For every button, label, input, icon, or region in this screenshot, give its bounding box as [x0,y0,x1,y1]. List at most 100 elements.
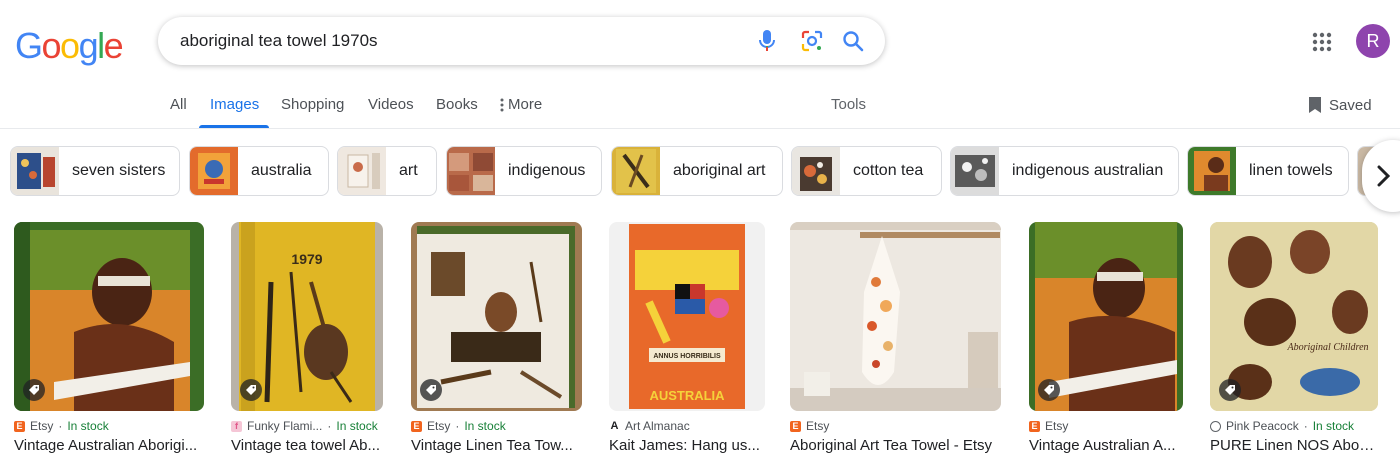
result-title[interactable]: Vintage tea towel Ab... [231,437,383,454]
stock-status: In stock [336,419,378,433]
image-result[interactable]: E Etsy · In stock Vintage Linen Tea Tow.… [411,222,582,454]
image-result[interactable]: E Etsy Vintage Australian A... [1029,222,1183,454]
tab-images[interactable]: Images [210,96,259,113]
related-chips: seven sisters australia art indigenous a… [0,146,1400,196]
result-thumbnail[interactable]: ANNUS HORRIBILIS AUSTRALIA [609,222,765,411]
etsy-favicon: E [790,420,801,432]
chip-label: art [399,162,418,179]
tab-videos[interactable]: Videos [368,96,414,113]
result-source: E Etsy [1029,419,1183,433]
shopping-tag-icon [1038,379,1060,401]
result-source: E Etsy · In stock [411,419,582,433]
chip-thumbnail [1188,147,1236,195]
search-input[interactable]: aboriginal tea towel 1970s [180,31,378,51]
separator: · [58,419,63,433]
result-source: f Funky Flami... · In stock [231,419,383,433]
tab-shopping[interactable]: Shopping [281,96,344,113]
chips-next-button[interactable] [1362,140,1400,212]
shopping-tag-icon [240,379,262,401]
bookmark-icon [1309,97,1321,113]
shopping-tag-icon [23,379,45,401]
chip-label: australia [251,162,312,179]
logo-letter: e [103,25,124,66]
separator: · [455,419,460,433]
result-thumbnail[interactable] [411,222,582,411]
chip-label: aboriginal art [673,162,766,179]
result-source: E Etsy · In stock [14,419,204,433]
logo-letter: o [41,25,62,66]
logo-letter: G [15,25,43,66]
chip-label: indigenous australian [1012,162,1164,179]
chip-thumbnail [612,147,660,195]
result-title[interactable]: Vintage Linen Tea Tow... [411,437,582,454]
result-source: E Etsy [790,419,1001,433]
stock-status: In stock [1312,419,1355,433]
search-box[interactable]: aboriginal tea towel 1970s [158,17,885,65]
flamingo-favicon: f [231,420,242,432]
image-result[interactable]: ANNUS HORRIBILIS AUSTRALIA A Art Almanac… [609,222,765,454]
chip-label: linen towels [1249,162,1333,179]
tab-all[interactable]: All [170,96,187,113]
image-result[interactable]: 1979 f Funky Flami... · In stock Vintage… [231,222,383,454]
stock-status: In stock [464,419,506,433]
etsy-favicon: E [411,420,422,432]
chip-indigenous-australian[interactable]: indigenous australian [950,146,1179,196]
tools-button[interactable]: Tools [831,96,866,113]
saved-button[interactable]: Saved [1307,96,1372,114]
stock-status: In stock [67,419,109,433]
source-name: Etsy [806,419,830,433]
chip-australia[interactable]: australia [189,146,329,196]
result-thumbnail[interactable]: Aboriginal Children [1210,222,1378,411]
globe-favicon [1210,420,1221,432]
source-name: Funky Flami... [247,419,323,433]
lens-icon[interactable] [799,28,825,54]
chip-linen-towels[interactable]: linen towels [1187,146,1349,196]
result-thumbnail[interactable] [14,222,204,411]
source-name: Etsy [427,419,451,433]
result-thumbnail[interactable] [790,222,1001,411]
shopping-tag-icon [420,379,442,401]
result-title[interactable]: Kait James: Hang us... [609,437,765,454]
result-title[interactable]: PURE Linen NOS Abori... [1210,437,1378,454]
avatar[interactable]: R [1356,24,1390,58]
image-result[interactable]: Aboriginal Children Pink Peacock · In st… [1210,222,1378,454]
chip-thumbnail [951,147,999,195]
chip-label: cotton tea [853,162,924,179]
result-title[interactable]: Vintage Australian Aborigi... [14,437,204,454]
chip-thumbnail [190,147,238,195]
source-name: Art Almanac [625,419,690,433]
tab-books[interactable]: Books [436,96,478,113]
separator: · [327,419,332,433]
result-thumbnail[interactable]: 1979 [231,222,383,411]
chip-label: seven sisters [72,162,166,179]
etsy-favicon: E [14,420,25,432]
art-almanac-favicon: A [609,420,620,432]
thumb-year: 1979 [291,251,322,267]
image-result[interactable]: E Etsy · In stock Vintage Australian Abo… [14,222,204,454]
tab-more-label: More [508,96,543,113]
more-vertical-icon [500,98,504,111]
result-title[interactable]: Vintage Australian A... [1029,437,1183,454]
logo-letter: o [60,25,80,66]
result-title[interactable]: Aboriginal Art Tea Towel - Etsy [790,437,1001,454]
chip-thumbnail [792,147,840,195]
chip-cotton-tea[interactable]: cotton tea [791,146,942,196]
source-name: Etsy [1045,419,1069,433]
chip-seven-sisters[interactable]: seven sisters [10,146,180,196]
result-thumbnail[interactable] [1029,222,1183,411]
tab-more[interactable]: More [500,96,542,113]
chip-indigenous[interactable]: indigenous [446,146,602,196]
google-logo[interactable]: Google [15,25,124,67]
chip-thumbnail [11,147,59,195]
thumb-caption-text: Aboriginal Children [1286,342,1368,353]
chip-art[interactable]: art [337,146,437,196]
search-tabs: All Images Shopping Videos Books More To… [0,96,1400,130]
image-result[interactable]: E Etsy Aboriginal Art Tea Towel - Etsy [790,222,1001,454]
apps-grid-icon[interactable] [1310,30,1334,54]
chip-aboriginal-art[interactable]: aboriginal art [611,146,783,196]
microphone-icon[interactable] [754,28,780,54]
thumb-country-text: AUSTRALIA [649,388,725,403]
search-icon[interactable] [840,28,866,54]
chip-thumbnail [447,147,495,195]
chip-thumbnail [338,147,386,195]
